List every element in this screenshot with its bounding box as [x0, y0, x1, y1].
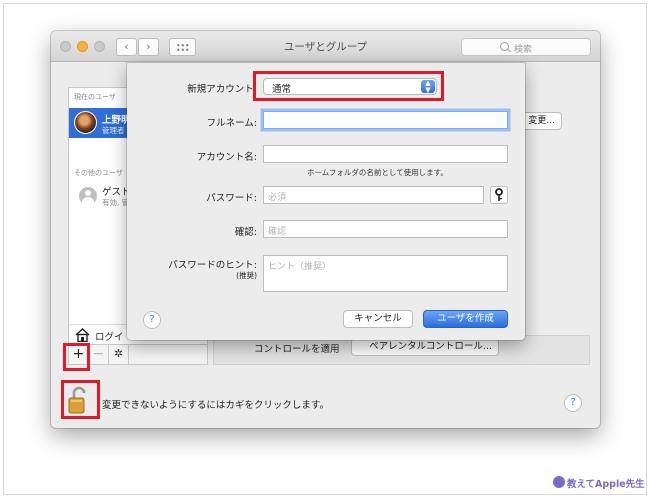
password-hint-field[interactable]: ヒント（推奨） [263, 255, 508, 292]
new-account-label: 新規アカウント: [187, 84, 257, 95]
password-field[interactable]: 必須 [263, 186, 484, 204]
highlight-account-type [253, 71, 444, 101]
password-hint-sublabel: (推奨) [236, 271, 257, 280]
parental-controls-button[interactable]: ペアレンタルコントロール... [351, 338, 499, 356]
guest-user-status: 有効, 管 [102, 198, 130, 207]
cancel-button[interactable]: キャンセル [343, 310, 413, 328]
title-bar: ‹ › ユーザとグループ 検索 [51, 31, 600, 62]
password-label: パスワード: [206, 193, 257, 204]
fullname-field[interactable] [263, 111, 508, 129]
password-hint-placeholder: ヒント（推奨） [268, 262, 332, 272]
other-users-heading: その他のユーザ [74, 169, 123, 177]
search-placeholder: 検索 [514, 45, 533, 55]
avatar [74, 111, 97, 134]
account-name-hint: ホームフォルダの名前として使用します。 [307, 168, 448, 177]
password-hint-label: パスワードのヒント: [168, 260, 257, 271]
highlight-lock [61, 380, 100, 419]
verify-field[interactable]: 確認 [263, 220, 508, 238]
new-account-sheet: 新規アカウント: 通常 ▲ ▼ フルネーム: アカウント名: ホームフォルダの名前… [127, 63, 525, 340]
watermark-text: 教えてApple先生 [567, 479, 645, 490]
gear-icon[interactable]: ✲ [109, 345, 129, 364]
apple-icon [553, 476, 565, 488]
current-user-role: 管理者 [102, 126, 125, 135]
account-name-label: アカウント名: [196, 152, 257, 163]
current-users-heading: 現在のユーザ [74, 93, 116, 101]
verify-placeholder: 確認 [268, 227, 287, 237]
lock-message: 変更できないようにするにはカギをクリックします。 [102, 400, 329, 411]
highlight-add-button [63, 343, 90, 371]
login-options-label: ログイ [95, 332, 124, 343]
password-placeholder: 必須 [268, 193, 287, 203]
account-name-field[interactable] [263, 145, 508, 163]
verify-label: 確認: [234, 227, 257, 238]
key-icon [495, 188, 503, 201]
house-icon [75, 328, 90, 342]
help-button[interactable]: ? [564, 394, 582, 412]
apply-controls-text: コントロールを適用 [254, 344, 340, 355]
guest-avatar-icon[interactable] [79, 187, 97, 205]
password-assistant-button[interactable] [490, 186, 508, 204]
search-input[interactable]: 検索 [461, 38, 591, 56]
search-icon [500, 42, 509, 51]
watermark: 教えてApple先生 [553, 475, 645, 491]
remove-user-button[interactable]: − [89, 345, 109, 364]
create-user-button[interactable]: ユーザを作成 [423, 310, 508, 328]
sheet-help-button[interactable]: ? [143, 311, 161, 329]
fullname-label: フルネーム: [206, 118, 257, 129]
